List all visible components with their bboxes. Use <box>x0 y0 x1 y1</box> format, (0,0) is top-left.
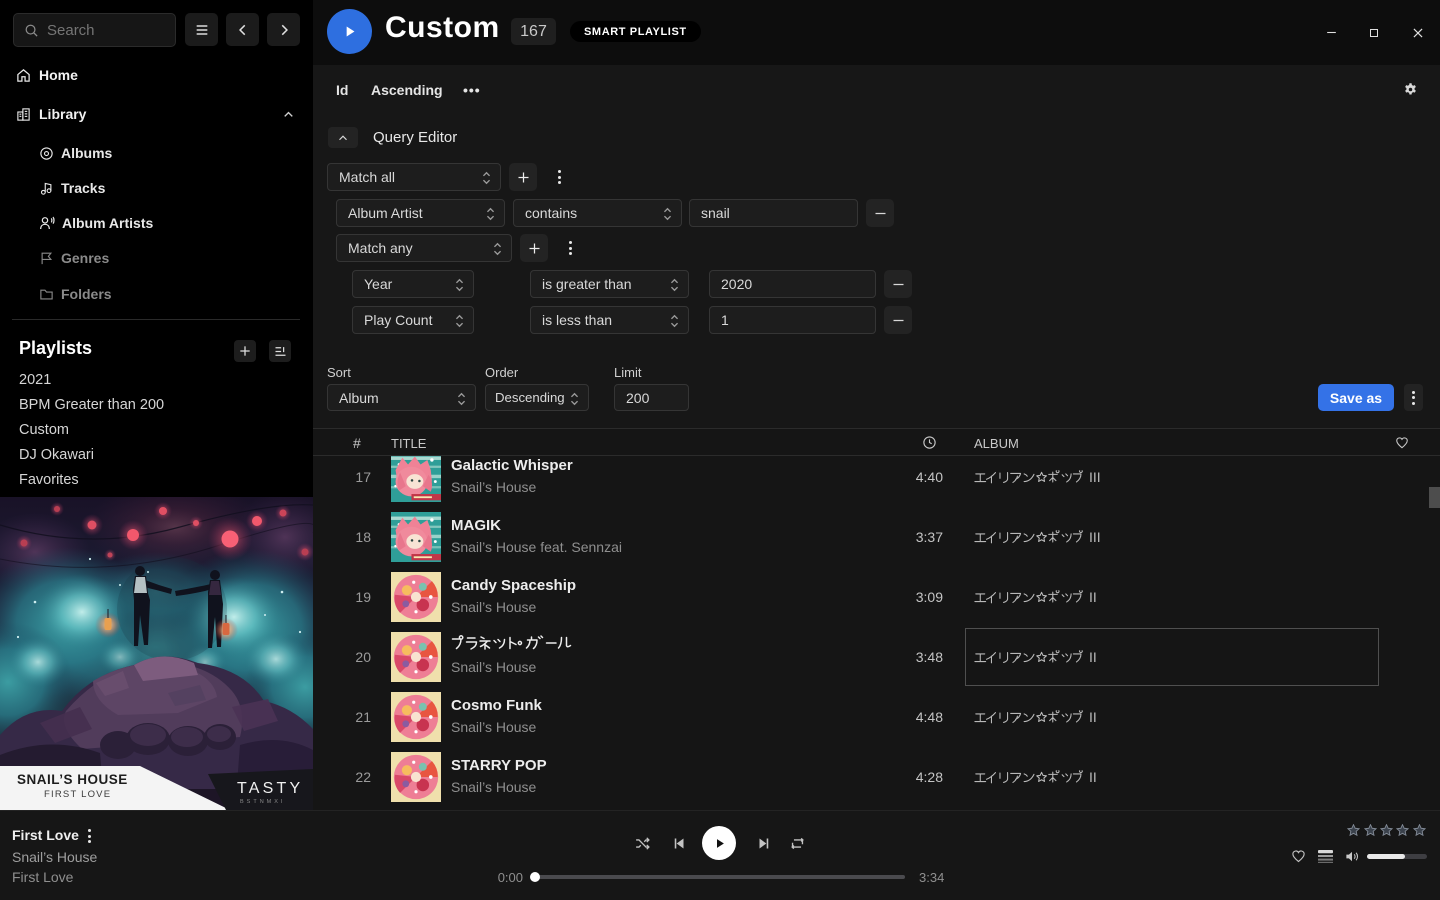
svg-text:FIRST LOVE: FIRST LOVE <box>44 789 111 800</box>
svg-text:TASTY: TASTY <box>237 780 303 797</box>
svg-text:SNAIL’S HOUSE: SNAIL’S HOUSE <box>17 772 128 787</box>
svg-text:BSTNMXI: BSTNMXI <box>240 799 285 805</box>
